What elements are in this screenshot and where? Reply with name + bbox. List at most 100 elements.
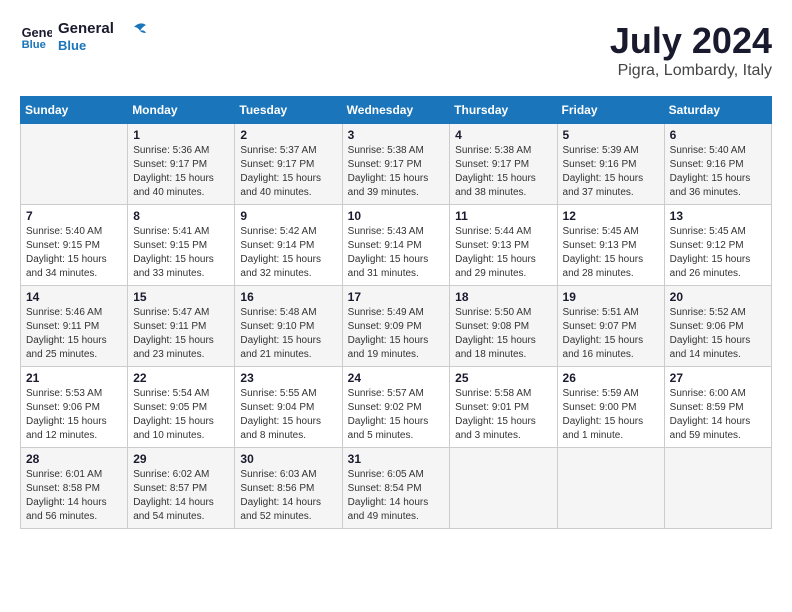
table-row: 11 Sunrise: 5:44 AMSunset: 9:13 PMDaylig… (450, 205, 557, 286)
day-number: 2 (240, 128, 336, 142)
day-info: Sunrise: 5:52 AMSunset: 9:06 PMDaylight:… (670, 306, 766, 362)
day-info: Sunrise: 5:41 AMSunset: 9:15 PMDaylight:… (133, 225, 229, 281)
table-row: 27 Sunrise: 6:00 AMSunset: 8:59 PMDaylig… (664, 367, 771, 448)
table-row: 31 Sunrise: 6:05 AMSunset: 8:54 PMDaylig… (342, 448, 450, 529)
table-row: 25 Sunrise: 5:58 AMSunset: 9:01 PMDaylig… (450, 367, 557, 448)
table-row: 24 Sunrise: 5:57 AMSunset: 9:02 PMDaylig… (342, 367, 450, 448)
logo-bird-icon (120, 19, 148, 47)
table-row: 19 Sunrise: 5:51 AMSunset: 9:07 PMDaylig… (557, 286, 664, 367)
day-info: Sunrise: 5:49 AMSunset: 9:09 PMDaylight:… (348, 306, 445, 362)
day-info: Sunrise: 5:48 AMSunset: 9:10 PMDaylight:… (240, 306, 336, 362)
col-saturday: Saturday (664, 97, 771, 124)
day-number: 8 (133, 209, 229, 223)
table-row: 2 Sunrise: 5:37 AMSunset: 9:17 PMDayligh… (235, 124, 342, 205)
day-info: Sunrise: 5:51 AMSunset: 9:07 PMDaylight:… (563, 306, 659, 362)
day-number: 9 (240, 209, 336, 223)
day-info: Sunrise: 5:42 AMSunset: 9:14 PMDaylight:… (240, 225, 336, 281)
table-row (450, 448, 557, 529)
day-info: Sunrise: 5:38 AMSunset: 9:17 PMDaylight:… (348, 144, 445, 200)
day-number: 24 (348, 371, 445, 385)
day-info: Sunrise: 5:39 AMSunset: 9:16 PMDaylight:… (563, 144, 659, 200)
day-info: Sunrise: 6:03 AMSunset: 8:56 PMDaylight:… (240, 468, 336, 524)
day-info: Sunrise: 5:54 AMSunset: 9:05 PMDaylight:… (133, 387, 229, 443)
day-info: Sunrise: 6:05 AMSunset: 8:54 PMDaylight:… (348, 468, 445, 524)
day-info: Sunrise: 5:40 AMSunset: 9:15 PMDaylight:… (26, 225, 122, 281)
day-info: Sunrise: 5:46 AMSunset: 9:11 PMDaylight:… (26, 306, 122, 362)
col-wednesday: Wednesday (342, 97, 450, 124)
table-row: 9 Sunrise: 5:42 AMSunset: 9:14 PMDayligh… (235, 205, 342, 286)
day-number: 1 (133, 128, 229, 142)
table-row: 21 Sunrise: 5:53 AMSunset: 9:06 PMDaylig… (21, 367, 128, 448)
week-row-2: 7 Sunrise: 5:40 AMSunset: 9:15 PMDayligh… (21, 205, 772, 286)
table-row (557, 448, 664, 529)
table-row: 22 Sunrise: 5:54 AMSunset: 9:05 PMDaylig… (128, 367, 235, 448)
table-row: 3 Sunrise: 5:38 AMSunset: 9:17 PMDayligh… (342, 124, 450, 205)
table-row: 4 Sunrise: 5:38 AMSunset: 9:17 PMDayligh… (450, 124, 557, 205)
table-row: 20 Sunrise: 5:52 AMSunset: 9:06 PMDaylig… (664, 286, 771, 367)
day-number: 31 (348, 452, 445, 466)
col-sunday: Sunday (21, 97, 128, 124)
day-info: Sunrise: 5:44 AMSunset: 9:13 PMDaylight:… (455, 225, 551, 281)
day-info: Sunrise: 5:58 AMSunset: 9:01 PMDaylight:… (455, 387, 551, 443)
day-number: 12 (563, 209, 659, 223)
table-row: 7 Sunrise: 5:40 AMSunset: 9:15 PMDayligh… (21, 205, 128, 286)
day-number: 11 (455, 209, 551, 223)
day-info: Sunrise: 5:43 AMSunset: 9:14 PMDaylight:… (348, 225, 445, 281)
day-info: Sunrise: 6:02 AMSunset: 8:57 PMDaylight:… (133, 468, 229, 524)
day-number: 26 (563, 371, 659, 385)
table-row: 15 Sunrise: 5:47 AMSunset: 9:11 PMDaylig… (128, 286, 235, 367)
table-row (664, 448, 771, 529)
table-row: 5 Sunrise: 5:39 AMSunset: 9:16 PMDayligh… (557, 124, 664, 205)
table-row: 13 Sunrise: 5:45 AMSunset: 9:12 PMDaylig… (664, 205, 771, 286)
day-number: 25 (455, 371, 551, 385)
day-number: 5 (563, 128, 659, 142)
day-number: 22 (133, 371, 229, 385)
table-row (21, 124, 128, 205)
week-row-4: 21 Sunrise: 5:53 AMSunset: 9:06 PMDaylig… (21, 367, 772, 448)
svg-text:Blue: Blue (22, 39, 46, 51)
day-number: 3 (348, 128, 445, 142)
table-row: 23 Sunrise: 5:55 AMSunset: 9:04 PMDaylig… (235, 367, 342, 448)
day-info: Sunrise: 5:37 AMSunset: 9:17 PMDaylight:… (240, 144, 336, 200)
logo-general: General (58, 20, 114, 38)
col-monday: Monday (128, 97, 235, 124)
day-number: 30 (240, 452, 336, 466)
week-row-5: 28 Sunrise: 6:01 AMSunset: 8:58 PMDaylig… (21, 448, 772, 529)
day-number: 7 (26, 209, 122, 223)
day-number: 10 (348, 209, 445, 223)
day-info: Sunrise: 5:40 AMSunset: 9:16 PMDaylight:… (670, 144, 766, 200)
day-number: 29 (133, 452, 229, 466)
day-number: 19 (563, 290, 659, 304)
title-block: July 2024 Pigra, Lombardy, Italy (610, 20, 772, 80)
day-number: 28 (26, 452, 122, 466)
day-info: Sunrise: 5:59 AMSunset: 9:00 PMDaylight:… (563, 387, 659, 443)
day-number: 17 (348, 290, 445, 304)
table-row: 18 Sunrise: 5:50 AMSunset: 9:08 PMDaylig… (450, 286, 557, 367)
calendar-header-row: Sunday Monday Tuesday Wednesday Thursday… (21, 97, 772, 124)
day-info: Sunrise: 5:57 AMSunset: 9:02 PMDaylight:… (348, 387, 445, 443)
day-info: Sunrise: 6:00 AMSunset: 8:59 PMDaylight:… (670, 387, 766, 443)
logo: General Blue General Blue (20, 20, 148, 54)
table-row: 30 Sunrise: 6:03 AMSunset: 8:56 PMDaylig… (235, 448, 342, 529)
day-info: Sunrise: 5:45 AMSunset: 9:12 PMDaylight:… (670, 225, 766, 281)
location-subtitle: Pigra, Lombardy, Italy (610, 62, 772, 80)
logo-blue: Blue (58, 38, 114, 54)
week-row-3: 14 Sunrise: 5:46 AMSunset: 9:11 PMDaylig… (21, 286, 772, 367)
day-info: Sunrise: 5:38 AMSunset: 9:17 PMDaylight:… (455, 144, 551, 200)
calendar-table: Sunday Monday Tuesday Wednesday Thursday… (20, 96, 772, 529)
day-number: 14 (26, 290, 122, 304)
day-number: 23 (240, 371, 336, 385)
page-header: General Blue General Blue July 2024 Pigr… (20, 20, 772, 80)
table-row: 16 Sunrise: 5:48 AMSunset: 9:10 PMDaylig… (235, 286, 342, 367)
table-row: 12 Sunrise: 5:45 AMSunset: 9:13 PMDaylig… (557, 205, 664, 286)
table-row: 10 Sunrise: 5:43 AMSunset: 9:14 PMDaylig… (342, 205, 450, 286)
col-thursday: Thursday (450, 97, 557, 124)
table-row: 1 Sunrise: 5:36 AMSunset: 9:17 PMDayligh… (128, 124, 235, 205)
week-row-1: 1 Sunrise: 5:36 AMSunset: 9:17 PMDayligh… (21, 124, 772, 205)
day-info: Sunrise: 5:47 AMSunset: 9:11 PMDaylight:… (133, 306, 229, 362)
table-row: 17 Sunrise: 5:49 AMSunset: 9:09 PMDaylig… (342, 286, 450, 367)
day-number: 18 (455, 290, 551, 304)
table-row: 29 Sunrise: 6:02 AMSunset: 8:57 PMDaylig… (128, 448, 235, 529)
day-number: 21 (26, 371, 122, 385)
logo-icon: General Blue (20, 21, 52, 53)
